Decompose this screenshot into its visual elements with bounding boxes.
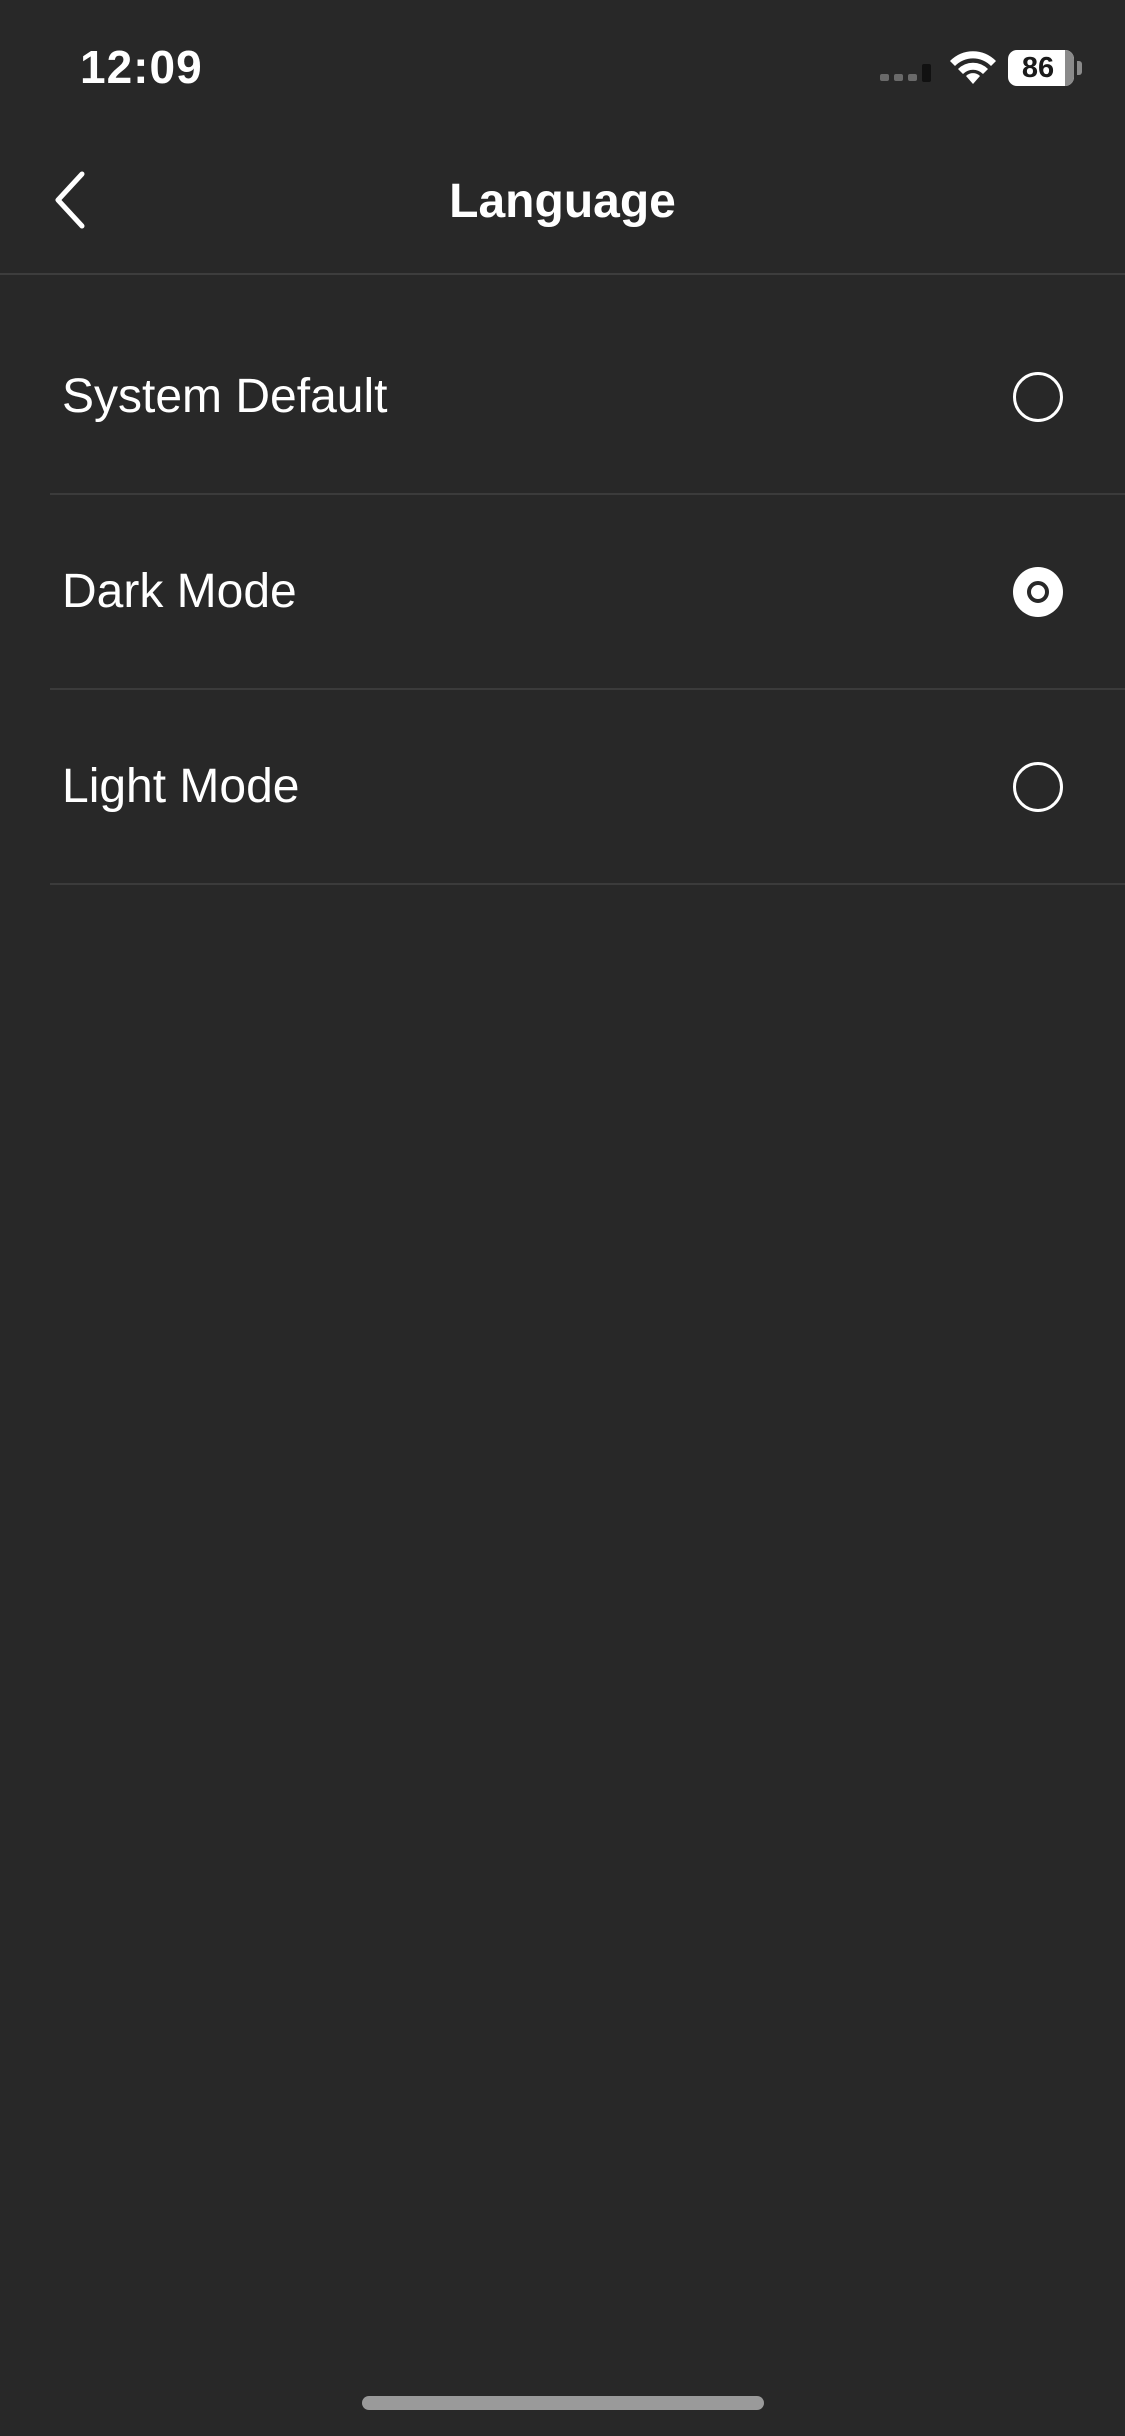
option-system-default[interactable]: System Default — [50, 300, 1125, 495]
chevron-left-icon — [55, 171, 85, 229]
battery-level: 86 — [1021, 52, 1055, 84]
option-list: System Default Dark Mode Light Mode — [0, 300, 1125, 885]
signal-icon — [880, 64, 931, 82]
radio-button[interactable] — [1013, 567, 1063, 617]
page-title: Language — [449, 175, 676, 228]
radio-button[interactable] — [1013, 762, 1063, 812]
option-light-mode[interactable]: Light Mode — [50, 690, 1125, 885]
nav-bar: Language — [0, 130, 1125, 275]
status-time: 12:09 — [80, 41, 203, 93]
option-dark-mode[interactable]: Dark Mode — [50, 495, 1125, 690]
option-label: Light Mode — [62, 760, 300, 813]
battery-body: 86 — [1008, 50, 1074, 86]
back-button[interactable] — [30, 160, 110, 240]
option-label: Dark Mode — [62, 565, 297, 618]
radio-button[interactable] — [1013, 372, 1063, 422]
battery-icon: 86 — [1008, 50, 1082, 86]
home-indicator[interactable] — [362, 2396, 764, 2410]
battery-cap — [1077, 61, 1082, 75]
option-label: System Default — [62, 370, 388, 423]
status-bar: 12:09 86 — [0, 0, 1125, 130]
wifi-icon — [950, 51, 996, 84]
screen: 12:09 86 Language System Default Dark Mo… — [0, 0, 1125, 2436]
